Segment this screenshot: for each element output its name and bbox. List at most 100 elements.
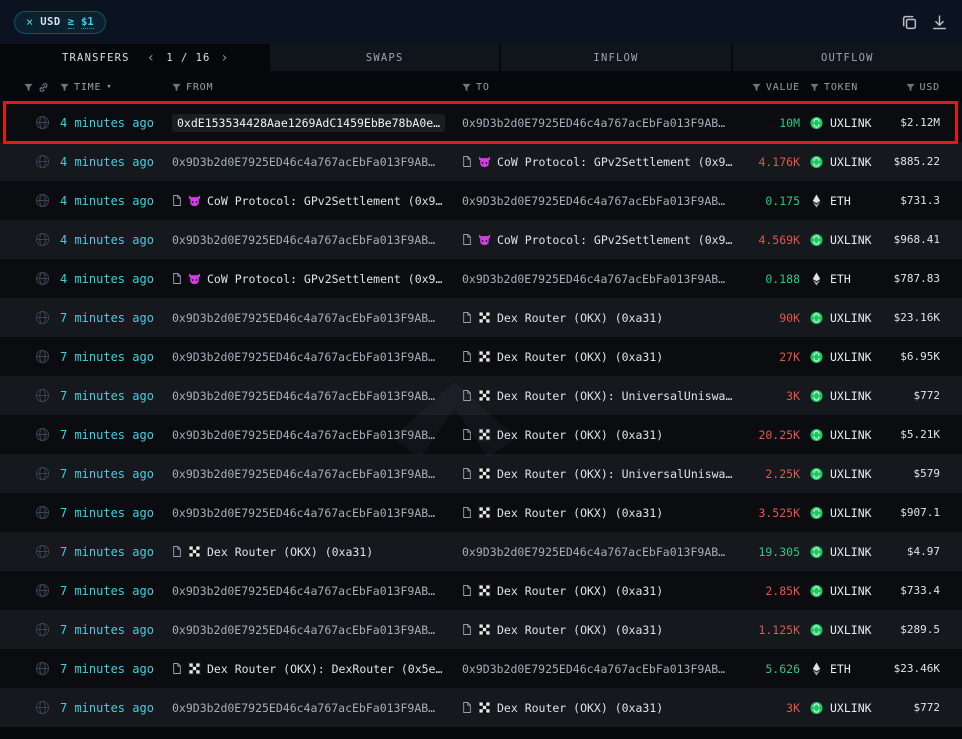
to-contract-label[interactable]: CoW Protocol: GPv2Settlement (0x9… xyxy=(497,233,732,247)
token-cell[interactable]: UXLINK xyxy=(800,116,890,130)
token-cell[interactable]: UXLINK xyxy=(800,155,890,169)
from-address-label[interactable]: 0x9D3b2d0E7925ED46c4a767acEbFa013F9AB… xyxy=(172,311,435,325)
to-cell[interactable]: Dex Router (OKX) (0xa31) xyxy=(462,311,748,325)
column-header-to[interactable]: TO xyxy=(462,82,748,93)
to-cell[interactable]: Dex Router (OKX) (0xa31) xyxy=(462,350,748,364)
tab-transfers[interactable]: TRANSFERS ‹ 1 / 16 › xyxy=(0,44,268,71)
table-row[interactable]: 7 minutes ago0x9D3b2d0E7925ED46c4a767acE… xyxy=(0,415,962,454)
from-address-label[interactable]: 0x9D3b2d0E7925ED46c4a767acEbFa013F9AB… xyxy=(172,701,435,715)
tab-outflow[interactable]: OUTFLOW xyxy=(731,44,962,71)
token-cell[interactable]: UXLINK xyxy=(800,701,890,715)
filter-chip-value[interactable]: $1 xyxy=(81,16,94,29)
download-icon[interactable] xyxy=(931,14,948,31)
to-cell[interactable]: Dex Router (OKX) (0xa31) xyxy=(462,623,748,637)
chevron-right-icon[interactable]: › xyxy=(220,51,230,65)
token-cell[interactable]: UXLINK xyxy=(800,467,890,481)
table-row[interactable]: 7 minutes agoDex Router (OKX) (0xa31)0x9… xyxy=(0,532,962,571)
from-address-label[interactable]: 0x9D3b2d0E7925ED46c4a767acEbFa013F9AB… xyxy=(172,428,435,442)
table-row[interactable]: 7 minutes ago0x9D3b2d0E7925ED46c4a767acE… xyxy=(0,493,962,532)
to-cell[interactable]: Dex Router (OKX) (0xa31) xyxy=(462,584,748,598)
from-contract-label[interactable]: CoW Protocol: GPv2Settlement (0x9… xyxy=(207,272,442,286)
from-address-label[interactable]: 0x9D3b2d0E7925ED46c4a767acEbFa013F9AB… xyxy=(172,350,435,364)
to-contract-label[interactable]: Dex Router (OKX) (0xa31) xyxy=(497,506,663,520)
from-address-label[interactable]: 0x9D3b2d0E7925ED46c4a767acEbFa013F9AB… xyxy=(172,467,435,481)
to-contract-label[interactable]: Dex Router (OKX) (0xa31) xyxy=(497,701,663,715)
to-contract-label[interactable]: Dex Router (OKX) (0xa31) xyxy=(497,311,663,325)
table-row[interactable]: 7 minutes ago0x9D3b2d0E7925ED46c4a767acE… xyxy=(0,376,962,415)
table-row[interactable]: 7 minutes ago0x9D3b2d0E7925ED46c4a767acE… xyxy=(0,337,962,376)
from-address-label[interactable]: 0x9D3b2d0E7925ED46c4a767acEbFa013F9AB… xyxy=(172,623,435,637)
table-row[interactable]: 4 minutes ago0x9D3b2d0E7925ED46c4a767acE… xyxy=(0,142,962,181)
from-contract-label[interactable]: CoW Protocol: GPv2Settlement (0x9… xyxy=(207,194,442,208)
token-cell[interactable]: ETH xyxy=(800,662,890,676)
caret-down-icon[interactable]: ▾ xyxy=(106,82,112,92)
to-cell[interactable]: Dex Router (OKX): UniversalUniswa… xyxy=(462,389,748,403)
token-cell[interactable]: UXLINK xyxy=(800,545,890,559)
table-row[interactable]: 4 minutes ago0x9D3b2d0E7925ED46c4a767acE… xyxy=(0,220,962,259)
chevron-left-icon[interactable]: ‹ xyxy=(147,51,157,65)
filter-icon[interactable] xyxy=(60,83,69,92)
table-row[interactable]: 7 minutes agoDex Router (OKX): DexRouter… xyxy=(0,649,962,688)
token-cell[interactable]: UXLINK xyxy=(800,623,890,637)
to-address-label[interactable]: 0x9D3b2d0E7925ED46c4a767acEbFa013F9AB… xyxy=(462,662,725,676)
column-header-from[interactable]: FROM xyxy=(172,82,462,93)
from-contract-label[interactable]: Dex Router (OKX): DexRouter (0x5e… xyxy=(207,662,442,676)
filter-icon[interactable] xyxy=(906,83,915,92)
from-cell[interactable]: 0x9D3b2d0E7925ED46c4a767acEbFa013F9AB… xyxy=(172,467,462,481)
token-cell[interactable]: UXLINK xyxy=(800,233,890,247)
tab-swaps[interactable]: SWAPS xyxy=(268,44,499,71)
token-cell[interactable]: UXLINK xyxy=(800,428,890,442)
from-cell[interactable]: 0x9D3b2d0E7925ED46c4a767acEbFa013F9AB… xyxy=(172,701,462,715)
token-cell[interactable]: UXLINK xyxy=(800,506,890,520)
from-contract-label[interactable]: Dex Router (OKX) (0xa31) xyxy=(207,545,373,559)
filter-icon[interactable] xyxy=(172,83,181,92)
filter-icon[interactable] xyxy=(24,83,33,92)
column-header-time[interactable]: TIME ▾ xyxy=(60,82,172,93)
from-cell[interactable]: 0x9D3b2d0E7925ED46c4a767acEbFa013F9AB… xyxy=(172,350,462,364)
from-cell[interactable]: 0x9D3b2d0E7925ED46c4a767acEbFa013F9AB… xyxy=(172,506,462,520)
column-header-token[interactable]: TOKEN xyxy=(800,82,890,93)
to-cell[interactable]: Dex Router (OKX) (0xa31) xyxy=(462,506,748,520)
to-cell[interactable]: Dex Router (OKX): UniversalUniswa… xyxy=(462,467,748,481)
to-cell[interactable]: CoW Protocol: GPv2Settlement (0x9… xyxy=(462,155,748,169)
from-cell[interactable]: Dex Router (OKX) (0xa31) xyxy=(172,545,462,559)
table-row[interactable]: 4 minutes ago0xdE153534428Aae1269AdC1459… xyxy=(0,103,962,142)
table-row[interactable]: 4 minutes agoCoW Protocol: GPv2Settlemen… xyxy=(0,181,962,220)
table-row[interactable]: 7 minutes ago0x9D3b2d0E7925ED46c4a767acE… xyxy=(0,298,962,337)
copy-icon[interactable] xyxy=(901,14,918,31)
from-address-label[interactable]: 0x9D3b2d0E7925ED46c4a767acEbFa013F9AB… xyxy=(172,155,435,169)
to-cell[interactable]: Dex Router (OKX) (0xa31) xyxy=(462,428,748,442)
to-contract-label[interactable]: Dex Router (OKX) (0xa31) xyxy=(497,428,663,442)
filter-icon[interactable] xyxy=(810,83,819,92)
from-cell[interactable]: 0x9D3b2d0E7925ED46c4a767acEbFa013F9AB… xyxy=(172,428,462,442)
from-address-label[interactable]: 0x9D3b2d0E7925ED46c4a767acEbFa013F9AB… xyxy=(172,389,435,403)
to-cell[interactable]: CoW Protocol: GPv2Settlement (0x9… xyxy=(462,233,748,247)
from-cell[interactable]: Dex Router (OKX): DexRouter (0x5e… xyxy=(172,662,462,676)
filter-icon[interactable] xyxy=(462,83,471,92)
table-row[interactable]: 7 minutes ago0x9D3b2d0E7925ED46c4a767acE… xyxy=(0,571,962,610)
to-address-label[interactable]: 0x9D3b2d0E7925ED46c4a767acEbFa013F9AB… xyxy=(462,116,725,130)
token-cell[interactable]: UXLINK xyxy=(800,350,890,364)
filter-chip-operator[interactable]: ≥ xyxy=(68,16,74,29)
table-row[interactable]: 7 minutes ago0x9D3b2d0E7925ED46c4a767acE… xyxy=(0,688,962,727)
token-cell[interactable]: UXLINK xyxy=(800,389,890,403)
filter-chip[interactable]: × USD ≥ $1 xyxy=(14,11,106,34)
to-address-label[interactable]: 0x9D3b2d0E7925ED46c4a767acEbFa013F9AB… xyxy=(462,272,725,286)
filter-icon[interactable] xyxy=(752,83,761,92)
from-cell[interactable]: 0x9D3b2d0E7925ED46c4a767acEbFa013F9AB… xyxy=(172,155,462,169)
table-row[interactable]: 4 minutes agoCoW Protocol: GPv2Settlemen… xyxy=(0,259,962,298)
to-address-label[interactable]: 0x9D3b2d0E7925ED46c4a767acEbFa013F9AB… xyxy=(462,545,725,559)
to-cell[interactable]: 0x9D3b2d0E7925ED46c4a767acEbFa013F9AB… xyxy=(462,662,748,676)
from-cell[interactable]: CoW Protocol: GPv2Settlement (0x9… xyxy=(172,272,462,286)
from-address-label[interactable]: 0x9D3b2d0E7925ED46c4a767acEbFa013F9AB… xyxy=(172,506,435,520)
from-cell[interactable]: CoW Protocol: GPv2Settlement (0x9… xyxy=(172,194,462,208)
from-cell[interactable]: 0x9D3b2d0E7925ED46c4a767acEbFa013F9AB… xyxy=(172,389,462,403)
from-cell[interactable]: 0x9D3b2d0E7925ED46c4a767acEbFa013F9AB… xyxy=(172,311,462,325)
column-header-usd[interactable]: USD xyxy=(890,82,962,93)
to-contract-label[interactable]: Dex Router (OKX) (0xa31) xyxy=(497,350,663,364)
from-cell[interactable]: 0x9D3b2d0E7925ED46c4a767acEbFa013F9AB… xyxy=(172,584,462,598)
to-cell[interactable]: 0x9D3b2d0E7925ED46c4a767acEbFa013F9AB… xyxy=(462,116,748,130)
to-contract-label[interactable]: Dex Router (OKX) (0xa31) xyxy=(497,584,663,598)
link-icon[interactable] xyxy=(38,82,49,93)
token-cell[interactable]: UXLINK xyxy=(800,311,890,325)
